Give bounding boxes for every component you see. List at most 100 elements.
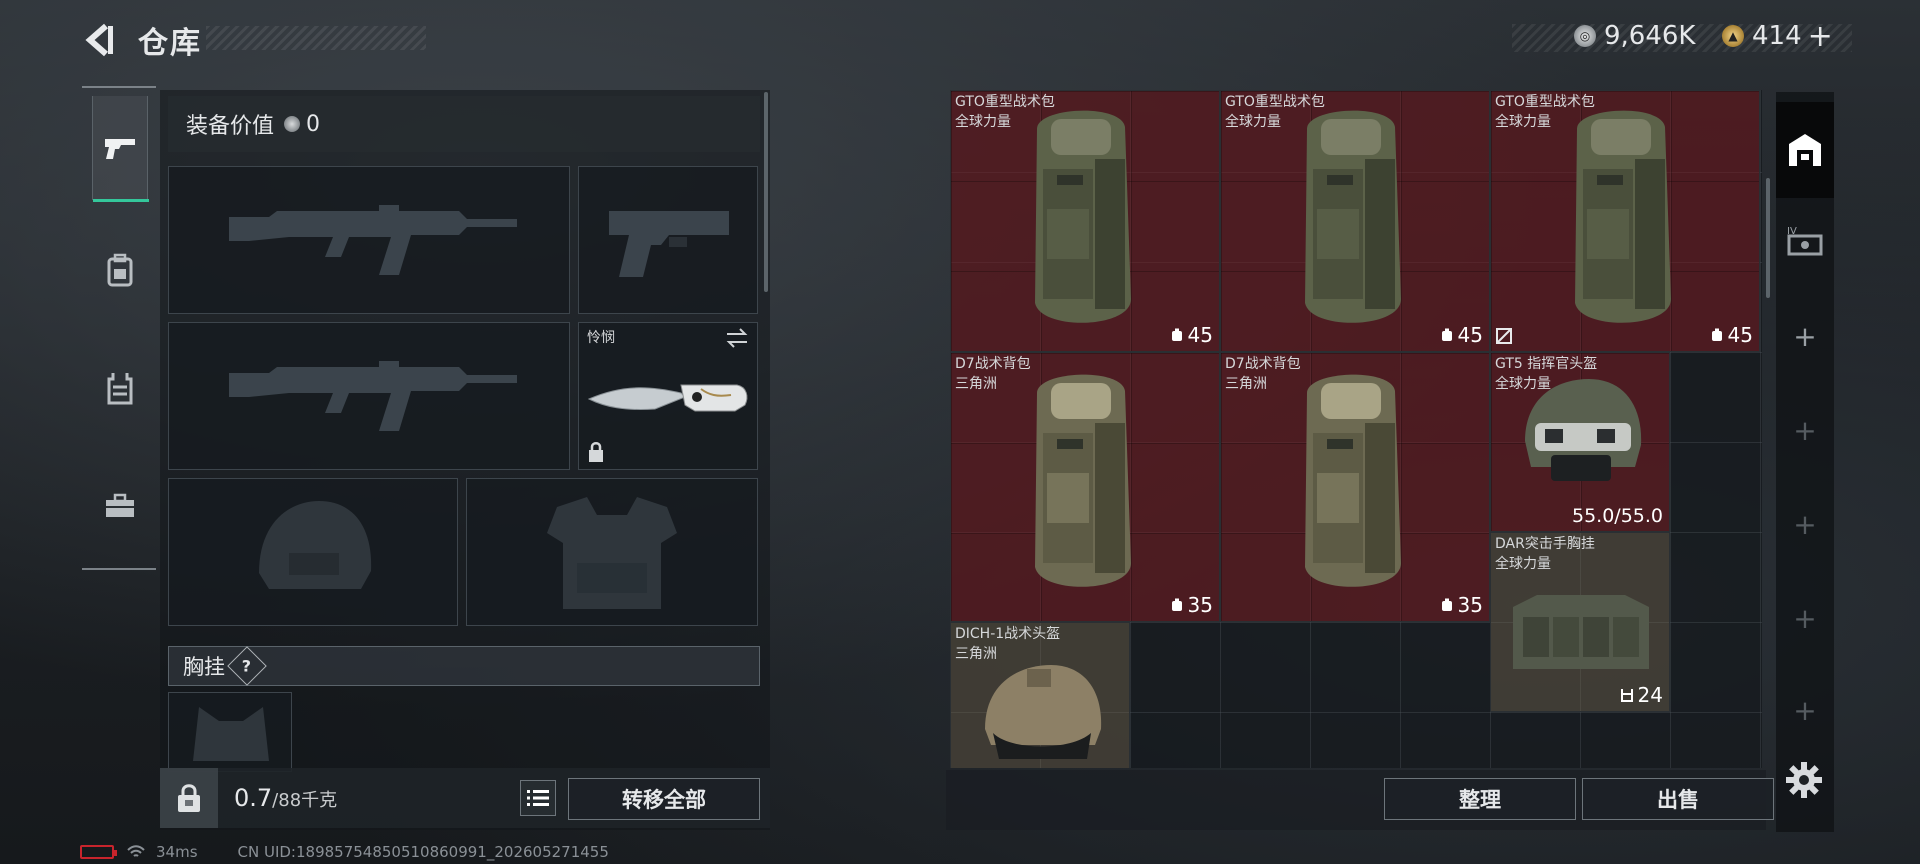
item-brand: 三角洲 [1225, 376, 1267, 392]
item-count-value: 45 [1457, 323, 1483, 347]
carry-weight: 0.7/88千克 [234, 784, 337, 812]
helmet-icon [1525, 379, 1642, 481]
chest-rig-icon [1513, 595, 1649, 669]
backpack-icon [1575, 110, 1671, 323]
inventory-grid: GTO重型战术包 全球力量 45 GTO重型战术包 全球力量 45 GTO重型战… [950, 90, 1762, 768]
pistol-icon [105, 139, 135, 159]
currency-silver: ◎ 9,646K [1574, 18, 1695, 54]
chest-rig-slot[interactable] [168, 692, 292, 772]
add-storage-button[interactable]: + [1776, 382, 1834, 478]
plus-icon: + [1793, 413, 1817, 447]
backpack-icon [1035, 374, 1131, 587]
item-capacity: 45 [1710, 323, 1753, 347]
inventory-scrollbar[interactable] [1766, 178, 1770, 298]
add-storage-button[interactable]: + [1776, 288, 1834, 384]
chest-rig-icon [107, 373, 133, 405]
loadout-scrollbar[interactable] [764, 92, 768, 292]
item-name: D7战术背包 [1225, 356, 1301, 372]
equip-value-label: 装备价值 [186, 114, 275, 139]
body-armor-slot[interactable] [466, 478, 758, 626]
sort-button[interactable]: 整理 [1384, 778, 1576, 820]
backpack-icon [1035, 110, 1131, 323]
gold-coin-icon: ▲ [1722, 25, 1744, 47]
equip-value-bar: 装备价值 0 [168, 96, 760, 152]
page-title: 仓库 [138, 26, 202, 61]
storage-tab-case[interactable]: IV [1776, 192, 1834, 288]
category-supplies[interactable] [92, 454, 148, 558]
plus-icon: + [1793, 507, 1817, 541]
item-count-value: 24 [1637, 683, 1663, 707]
melee-slot[interactable]: 怜悯 [578, 322, 758, 470]
add-storage-button[interactable]: + [1776, 662, 1834, 758]
inventory-item[interactable]: GTO重型战术包 全球力量 45 [1220, 90, 1490, 352]
top-bar: 仓库 ◎ 9,646K ▲ 414 + [0, 0, 1920, 80]
backpack-small-icon [1441, 328, 1452, 341]
settings-gear-icon[interactable] [1784, 760, 1824, 800]
sell-button[interactable]: 出售 [1582, 778, 1774, 820]
help-icon: ? [242, 656, 252, 676]
sidearm-slot[interactable] [578, 166, 758, 314]
battery-icon [80, 845, 117, 859]
storage-rail: IV + + + + + [1776, 92, 1834, 832]
item-brand: 三角洲 [955, 376, 997, 392]
add-gold-button[interactable]: + [1808, 19, 1833, 54]
inventory-item[interactable]: GTO重型战术包 全球力量 45 [950, 90, 1220, 352]
currency-silver-value: 9,646K [1604, 21, 1696, 51]
backpack-icon [1305, 110, 1401, 323]
currency-gold-value: 414 [1752, 21, 1802, 51]
chest-rig-section: 胸挂 ? [168, 646, 760, 686]
item-capacity: 45 [1170, 323, 1213, 347]
item-count-value: 45 [1187, 323, 1213, 347]
pistol-silhouette-icon [609, 211, 729, 277]
help-button[interactable]: ? [227, 646, 267, 686]
category-backpack[interactable] [92, 218, 148, 322]
item-capacity: 24 [1620, 683, 1663, 707]
wifi-icon [127, 845, 145, 857]
category-chest-rig[interactable] [92, 336, 148, 440]
primary-weapon-slot[interactable] [168, 166, 570, 314]
knife-icon [587, 384, 748, 412]
equip-value: 0 [306, 111, 321, 137]
inventory-item[interactable]: GT5 指挥官头盔 全球力量 55.0/55.0 [1490, 352, 1670, 532]
item-capacity: 35 [1170, 593, 1213, 617]
uid-text: CN UID:18985754850510860991_202605271455 [237, 843, 609, 861]
inventory-item[interactable]: D7战术背包 三角洲 35 [950, 352, 1220, 622]
storage-tab-main[interactable] [1776, 102, 1834, 198]
inventory-item[interactable]: DICH-1战术头盔 三角洲 [950, 622, 1130, 768]
backpack-small-icon [1171, 598, 1182, 611]
carry-weight-value: 0.7 [234, 784, 273, 812]
inventory-item[interactable]: D7战术背包 三角洲 35 [1220, 352, 1490, 622]
add-storage-button[interactable]: + [1776, 476, 1834, 572]
status-bar: 34ms CN UID:18985754850510860991_2026052… [80, 842, 609, 862]
swap-icon[interactable] [725, 327, 749, 349]
chest-rig-silhouette-icon [193, 707, 269, 761]
silver-coin-icon [284, 116, 301, 132]
inventory-item[interactable]: DAR突击手胸挂 全球力量 24 [1490, 532, 1670, 712]
armor-silhouette-icon [547, 497, 677, 609]
weight-lock-button[interactable] [160, 768, 218, 828]
item-name: D7战术背包 [955, 356, 1031, 372]
silver-coin-icon: ◎ [1574, 25, 1596, 47]
inventory-item[interactable]: GTO重型战术包 全球力量 45 [1490, 90, 1760, 352]
secondary-weapon-slot[interactable] [168, 322, 570, 470]
backpack-small-icon [1711, 328, 1722, 341]
item-capacity: 45 [1440, 323, 1483, 347]
list-view-button[interactable] [520, 780, 556, 816]
helmet-slot[interactable] [168, 478, 458, 626]
knife-name: 怜悯 [587, 330, 615, 346]
rifle-silhouette-icon [229, 205, 517, 275]
plus-icon: + [1793, 601, 1817, 635]
item-count-value: 45 [1727, 323, 1753, 347]
lock-icon [589, 442, 603, 462]
chest-rig-label: 胸挂 [183, 655, 225, 679]
back-arrow-icon[interactable] [84, 22, 114, 58]
item-brand: 全球力量 [1495, 114, 1551, 130]
transfer-all-button[interactable]: 转移全部 [568, 778, 760, 820]
category-weapons[interactable] [92, 96, 149, 202]
case-icon: IV [1787, 226, 1823, 256]
add-storage-button[interactable]: + [1776, 570, 1834, 666]
currency-gold[interactable]: ▲ 414 + [1722, 18, 1833, 54]
item-capacity: 35 [1440, 593, 1483, 617]
list-icon [527, 790, 549, 806]
backpack-icon [1305, 374, 1401, 587]
